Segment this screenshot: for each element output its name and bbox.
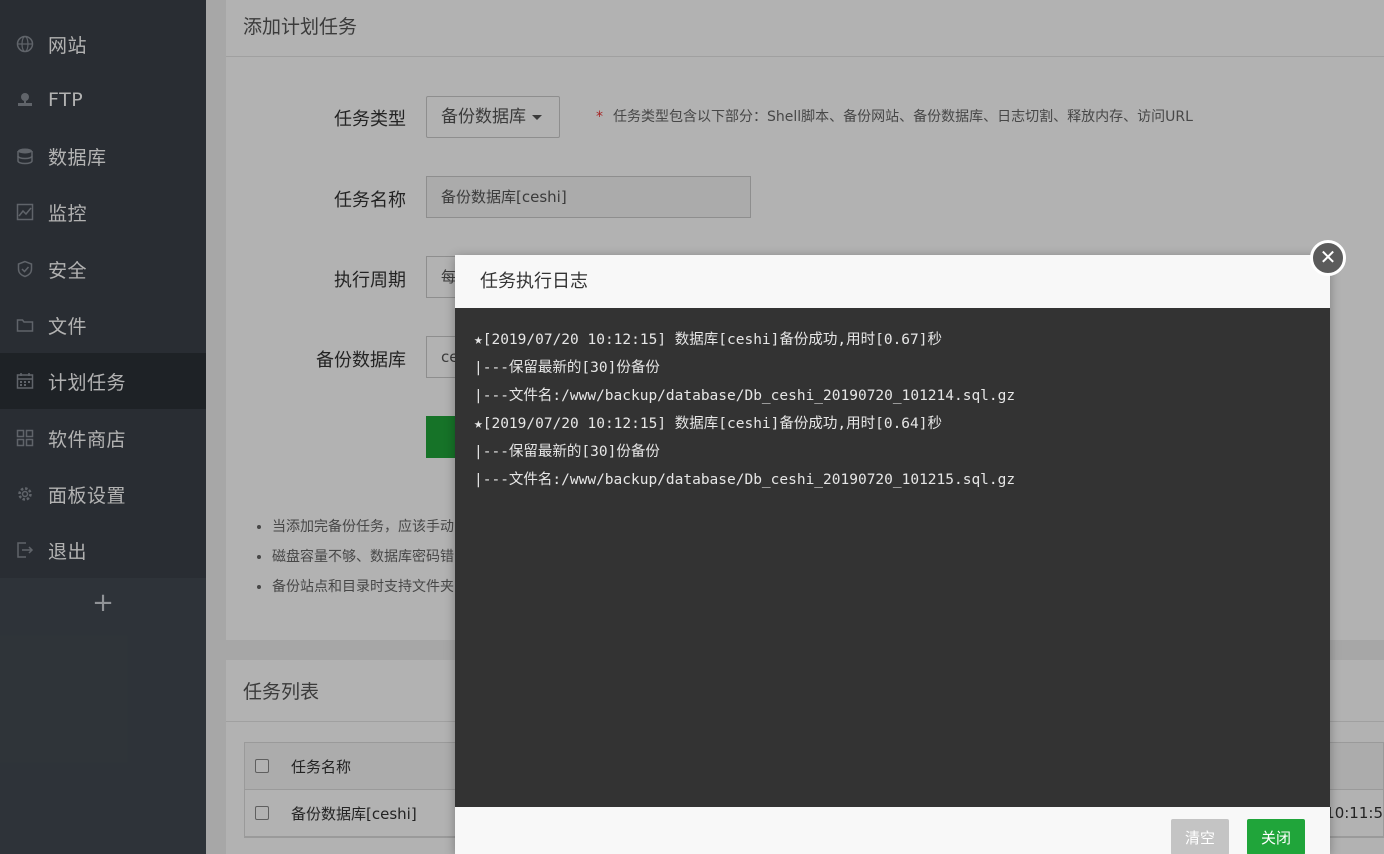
close-icon[interactable]: ✕ bbox=[1310, 240, 1346, 276]
log-line: |---文件名:/www/backup/database/Db_ceshi_20… bbox=[474, 472, 1016, 488]
log-line: |---文件名:/www/backup/database/Db_ceshi_20… bbox=[474, 388, 1016, 404]
log-line: |---保留最新的[30]份备份 bbox=[474, 360, 660, 376]
log-line: ★[2019/07/20 10:12:15] 数据库[ceshi]备份成功,用时… bbox=[474, 332, 942, 348]
log-line: |---保留最新的[30]份备份 bbox=[474, 444, 660, 460]
log-output[interactable]: ★[2019/07/20 10:12:15] 数据库[ceshi]备份成功,用时… bbox=[455, 308, 1330, 807]
log-line: ★[2019/07/20 10:12:15] 数据库[ceshi]备份成功,用时… bbox=[474, 416, 942, 432]
dialog-title: 任务执行日志 bbox=[455, 255, 1330, 308]
close-button[interactable]: 关闭 bbox=[1247, 819, 1305, 854]
log-dialog: 任务执行日志 ★[2019/07/20 10:12:15] 数据库[ceshi]… bbox=[455, 255, 1330, 854]
dialog-footer: 清空 关闭 bbox=[455, 807, 1330, 854]
clear-button[interactable]: 清空 bbox=[1171, 819, 1229, 854]
